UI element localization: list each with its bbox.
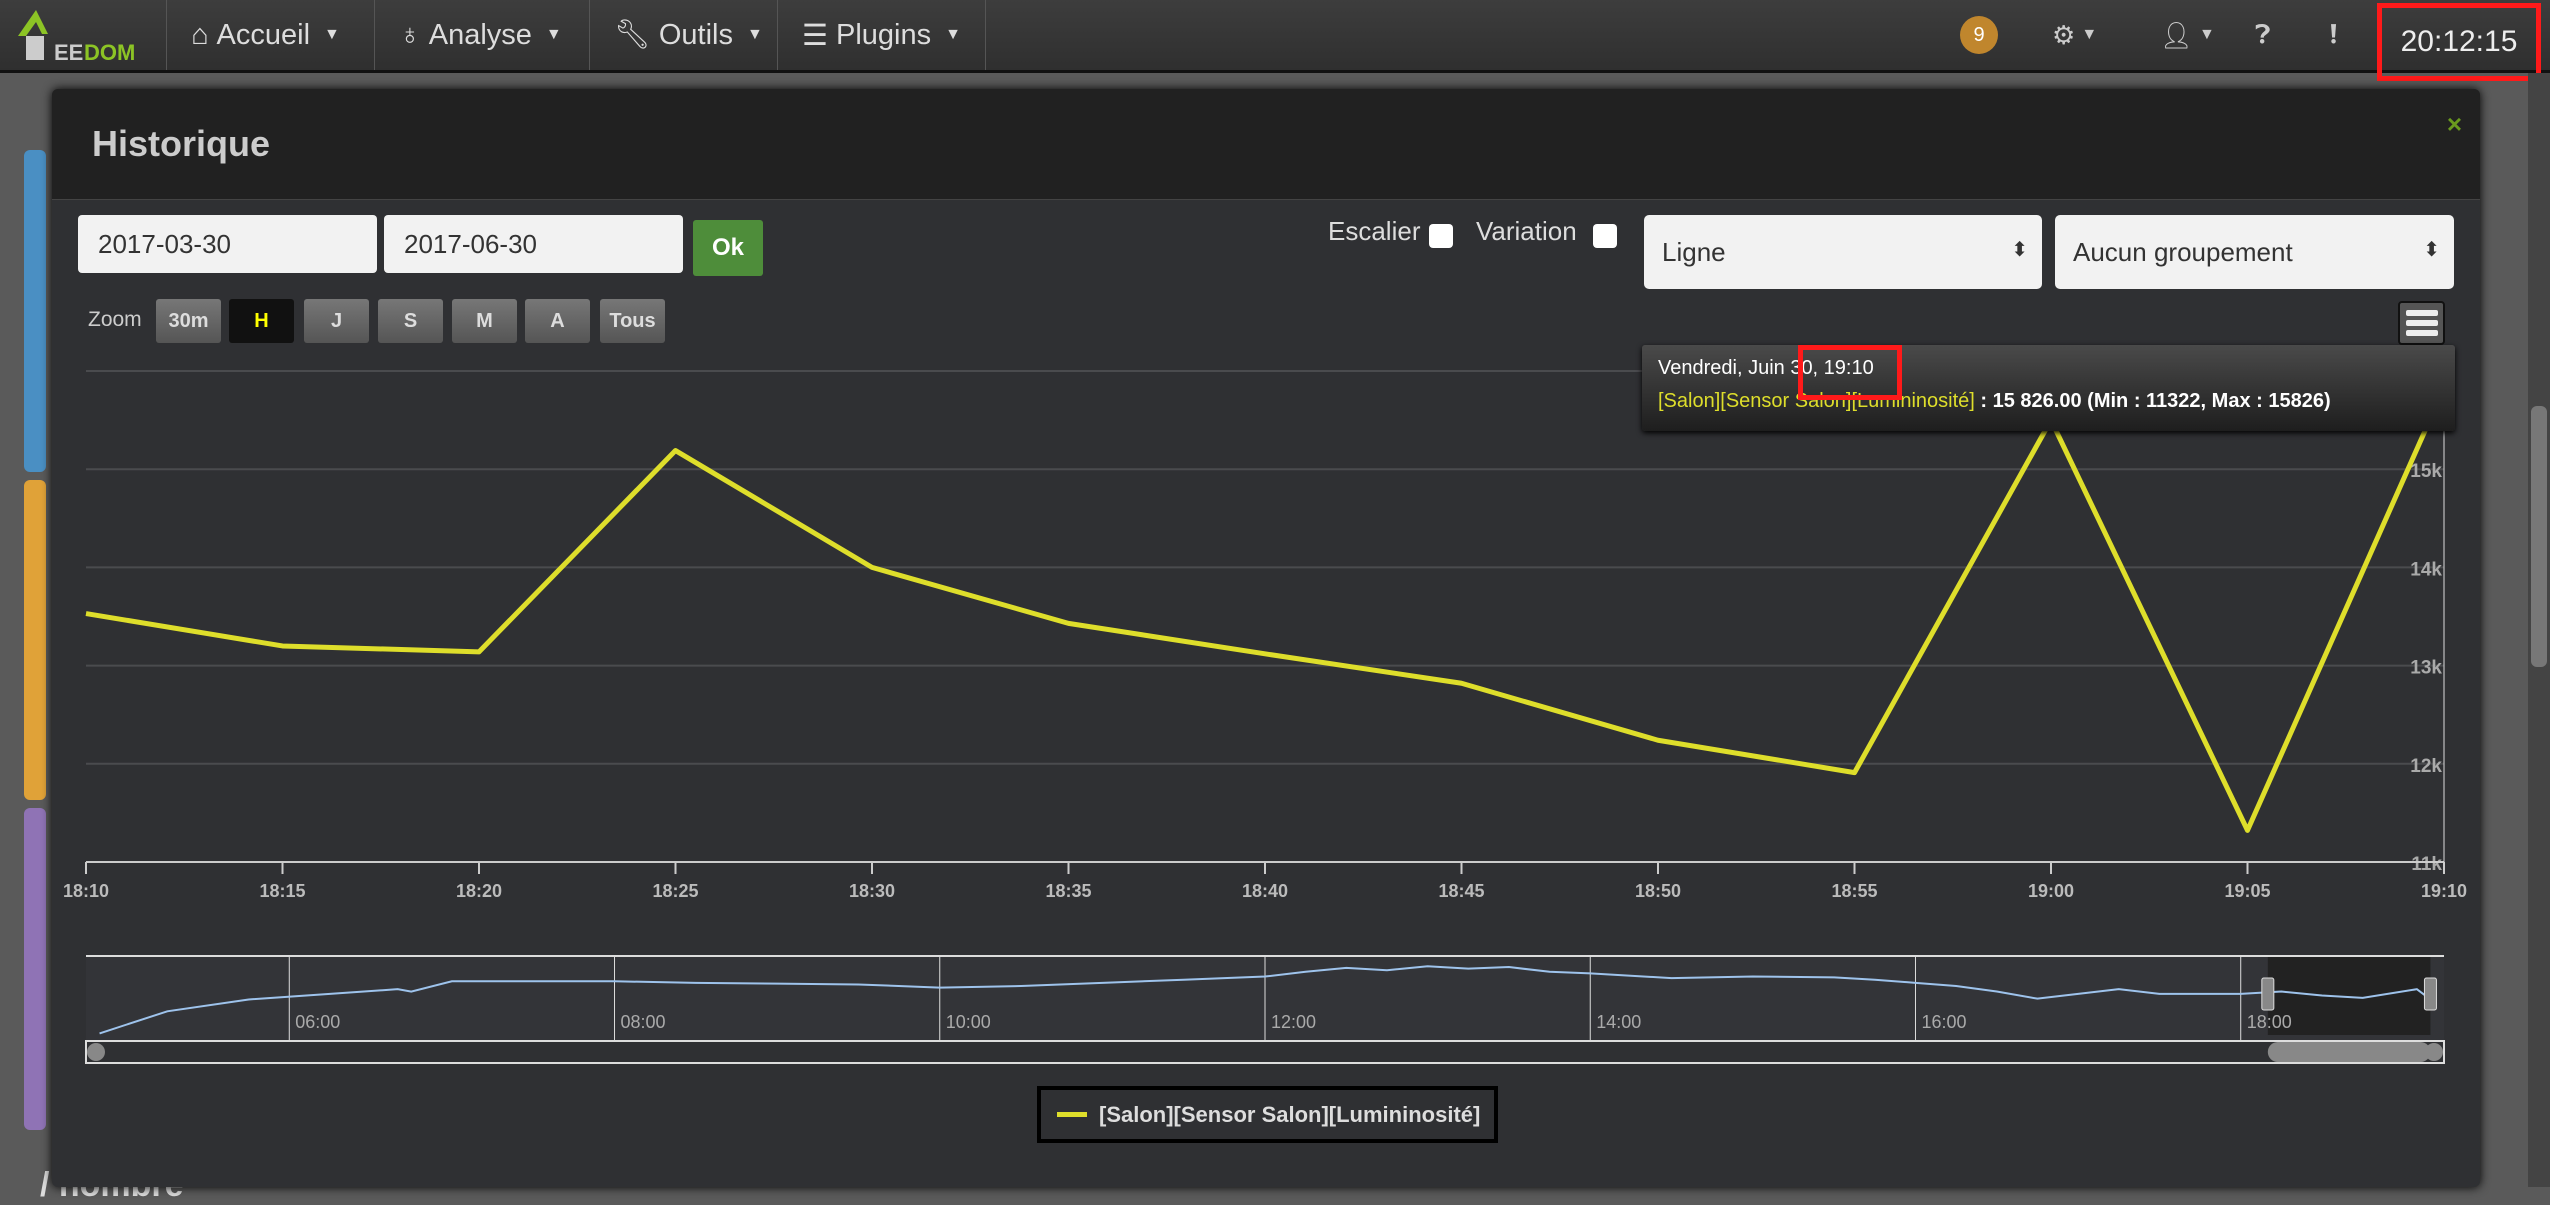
escalier-checkbox[interactable]	[1429, 224, 1453, 248]
caret-down-icon: ▼	[945, 26, 961, 43]
select-value: Ligne	[1662, 237, 1726, 267]
zoom-button-a[interactable]: A	[525, 299, 590, 343]
caret-down-icon: ▼	[324, 26, 340, 43]
zoom-button-m[interactable]: M	[452, 299, 517, 343]
clock: 20:12:15	[2377, 3, 2541, 81]
highlight-box	[1798, 345, 1902, 400]
nav-label: Analyse	[428, 18, 532, 51]
chart-menu-button[interactable]	[2398, 301, 2445, 345]
jeedom-logo[interactable]: EE DOM	[14, 6, 144, 66]
nav-analyse[interactable]: ♁ Analyse ▼	[374, 0, 562, 70]
tooltip-date: Vendredi, Juin 30, 19:10	[1658, 357, 1874, 379]
nav-accueil[interactable]: ⌂ Accueil ▼	[166, 0, 340, 70]
zoom-button-j[interactable]: J	[304, 299, 369, 343]
chart-legend[interactable]: [Salon][Sensor Salon][Lumininosité]	[1037, 1086, 1498, 1143]
message-badge[interactable]: 9	[1960, 0, 1998, 70]
select-arrows-icon: ⬍	[2011, 239, 2028, 261]
nav-label: Outils	[658, 18, 733, 51]
navbar: EE DOM ⌂ Accueil ▼ ♁ Analyse ▼ 🔧︎ Outils ▼ ☰ Pl…	[0, 0, 2550, 81]
sidebar-strip-orange	[24, 480, 46, 800]
badge-count: 9	[1960, 16, 1998, 54]
wrench-icon: 🔧︎	[614, 19, 651, 51]
sidebar-strip-purple	[24, 808, 46, 1130]
user-icon[interactable]: 👤︎ ▼	[2160, 0, 2215, 70]
page-scrollbar[interactable]	[2528, 73, 2550, 1187]
ok-button[interactable]: Ok	[693, 220, 763, 276]
variation-label: Variation	[1476, 216, 1577, 246]
chart-type-select[interactable]: Ligne ⬍	[1644, 215, 2042, 289]
sidebar-strip-blue	[24, 150, 46, 472]
grouping-select[interactable]: Aucun groupement ⬍	[2055, 215, 2454, 289]
nav-label: Plugins	[836, 18, 932, 51]
start-date-input[interactable]: 2017-03-30	[78, 215, 377, 273]
modal-header: Historique ×	[52, 89, 2480, 200]
home-icon: ⌂	[191, 18, 209, 51]
caret-down-icon: ▼	[746, 26, 763, 43]
variation-checkbox[interactable]	[1593, 224, 1617, 248]
server-icon: ☰	[802, 19, 828, 52]
scroll-thumb[interactable]	[2531, 406, 2547, 667]
caret-down-icon: ▼	[545, 26, 562, 43]
question-icon[interactable]: ❓︎	[2255, 0, 2271, 70]
gears-icon[interactable]: ⚙ ▼	[2052, 0, 2097, 70]
zoom-button-s[interactable]: S	[378, 299, 443, 343]
select-arrows-icon: ⬍	[2423, 239, 2440, 261]
legend-swatch	[1057, 1112, 1087, 1117]
zoom-button-tous[interactable]: Tous	[600, 299, 665, 343]
stethoscope-icon: ♁	[399, 18, 421, 51]
modal-title: Historique	[92, 123, 271, 164]
svg-text:EE: EE	[54, 40, 83, 65]
escalier-label: Escalier	[1328, 216, 1421, 246]
end-date-input[interactable]: 2017-06-30	[384, 215, 683, 273]
zoom-button-h[interactable]: H	[229, 299, 294, 343]
svg-text:DOM: DOM	[84, 40, 135, 65]
nav-plugins[interactable]: ☰ Plugins ▼	[777, 0, 986, 70]
close-icon[interactable]: ×	[2447, 109, 2462, 140]
select-value: Aucun groupement	[2073, 237, 2293, 267]
exclamation-icon[interactable]: ❗︎	[2330, 0, 2337, 70]
chart-tooltip: Vendredi, Juin 30, 19:10 [Salon][Sensor …	[1642, 345, 2455, 431]
zoom-label: Zoom	[88, 308, 142, 331]
nav-label: Accueil	[216, 18, 311, 51]
tooltip-value: : 15 826.00 (Min : 11322, Max : 15826)	[1974, 390, 2331, 412]
nav-outils[interactable]: 🔧︎ Outils ▼	[589, 0, 763, 70]
zoom-button-30m[interactable]: 30m	[156, 299, 221, 343]
legend-label: [Salon][Sensor Salon][Lumininosité]	[1099, 1101, 1481, 1127]
